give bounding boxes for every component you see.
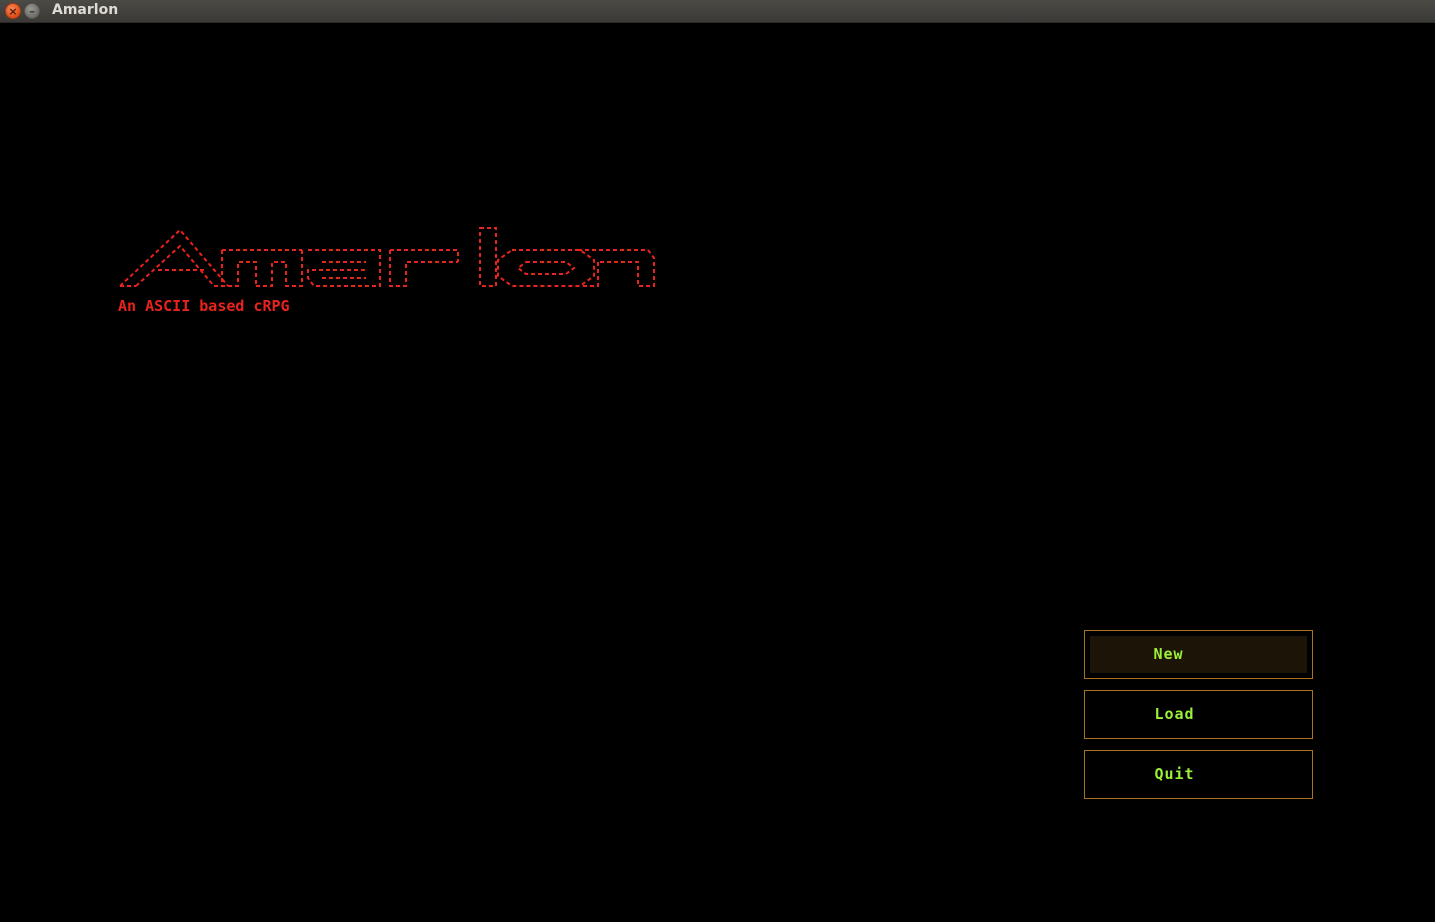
new-game-button[interactable]: New xyxy=(1084,630,1313,679)
close-window-button[interactable]: × xyxy=(5,3,21,19)
quit-game-button[interactable]: Quit xyxy=(1084,750,1313,799)
window-title: Amarlon xyxy=(52,2,119,18)
game-subtitle: An ASCII based cRPG xyxy=(118,297,290,315)
title-bar: × – Amarlon xyxy=(0,0,1435,23)
new-game-label: New xyxy=(1153,645,1184,663)
load-game-label: Load xyxy=(1154,705,1195,723)
game-logo xyxy=(118,224,658,292)
quit-game-label: Quit xyxy=(1154,765,1195,783)
game-window: × – Amarlon An ASCII based cRPG New Load… xyxy=(0,0,1435,922)
minimize-window-button[interactable]: – xyxy=(24,3,40,19)
load-game-button[interactable]: Load xyxy=(1084,690,1313,739)
ascii-logo-art xyxy=(119,227,655,287)
